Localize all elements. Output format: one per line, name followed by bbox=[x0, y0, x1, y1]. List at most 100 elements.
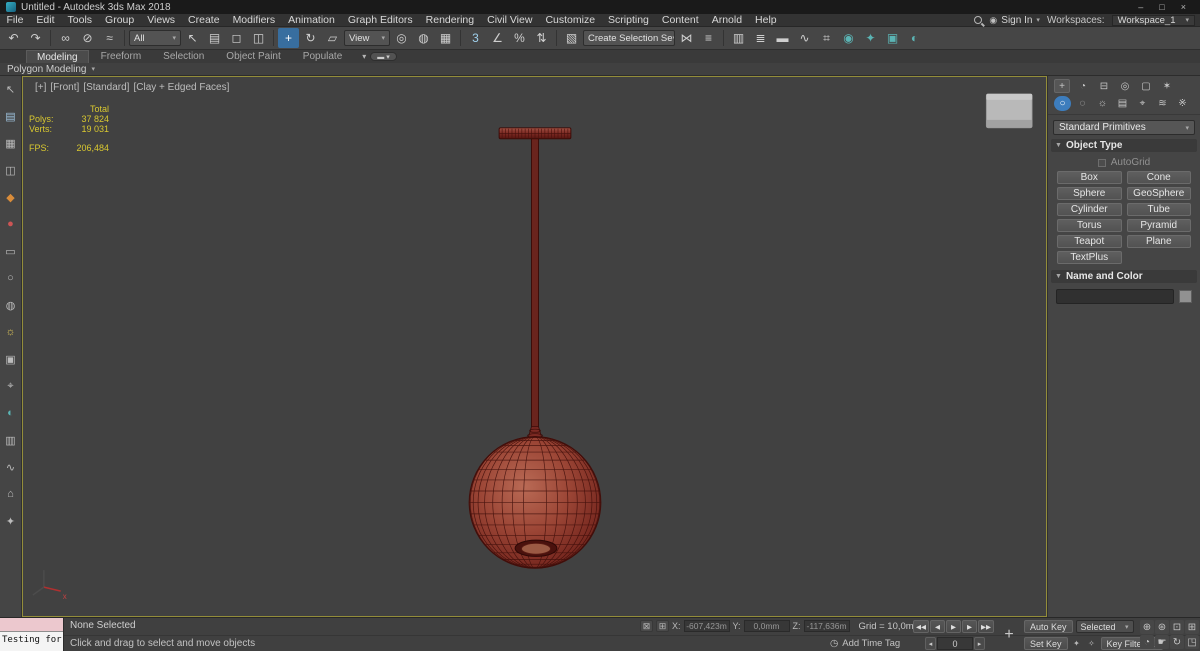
left-views-icon[interactable]: ◫ bbox=[2, 162, 19, 178]
create-tab[interactable]: + bbox=[1054, 79, 1070, 93]
left-curve-icon[interactable]: ∿ bbox=[2, 459, 19, 475]
display-tab[interactable]: ▢ bbox=[1138, 79, 1154, 93]
ribbon-tab-modeling[interactable]: Modeling bbox=[26, 50, 89, 63]
select-and-scale-icon[interactable]: ▱ bbox=[322, 28, 343, 48]
systems-category[interactable]: ※ bbox=[1174, 96, 1191, 111]
x-coordinate-field[interactable]: -607,423m bbox=[683, 620, 730, 632]
menu-modifiers[interactable]: Modifiers bbox=[226, 14, 282, 26]
left-star-icon[interactable]: ✦ bbox=[2, 513, 19, 529]
frame-back-spinner[interactable]: ◂ bbox=[925, 637, 936, 650]
listener-field[interactable]: Testing for i bbox=[0, 632, 63, 651]
utilities-tab[interactable]: ✶ bbox=[1159, 79, 1175, 93]
schematic-view-icon[interactable]: ⌗ bbox=[816, 28, 837, 48]
zoom-extents-icon[interactable]: ⊡ bbox=[1170, 620, 1184, 634]
selection-filter-dropdown[interactable]: All ▾ bbox=[129, 30, 181, 46]
ribbon-tab-freeform[interactable]: Freeform bbox=[91, 50, 152, 63]
lights-category[interactable]: ☼ bbox=[1094, 96, 1111, 111]
named-selection-sets-combo[interactable]: Create Selection Se▾ bbox=[583, 30, 675, 46]
frame-forward-spinner[interactable]: ▸ bbox=[974, 637, 985, 650]
textplus-button[interactable]: TextPlus bbox=[1057, 251, 1122, 264]
selection-region-icon[interactable]: ◻ bbox=[226, 28, 247, 48]
maximize-viewport-icon[interactable]: ◳ bbox=[1185, 635, 1199, 649]
window-crossing-icon[interactable]: ◫ bbox=[248, 28, 269, 48]
motion-tab[interactable]: ◎ bbox=[1117, 79, 1133, 93]
selection-lock-icon[interactable]: ⊠ bbox=[640, 620, 653, 632]
close-button[interactable]: × bbox=[1181, 2, 1186, 12]
menu-civil-view[interactable]: Civil View bbox=[481, 14, 539, 26]
left-material-icon[interactable]: ◆ bbox=[2, 189, 19, 205]
workspace-dropdown[interactable]: Workspace_1 ▾ bbox=[1111, 14, 1195, 26]
go-to-start-button[interactable]: ◀◀ bbox=[913, 620, 929, 633]
object-color-swatch[interactable] bbox=[1179, 290, 1192, 303]
menu-arnold[interactable]: Arnold bbox=[705, 14, 748, 26]
object-type-rollout-header[interactable]: ▼ Object Type bbox=[1051, 139, 1197, 152]
sphere-button[interactable]: Sphere bbox=[1057, 187, 1122, 200]
left-home-icon[interactable]: ⌂ bbox=[2, 486, 19, 502]
absolute-mode-icon[interactable]: ⊞ bbox=[656, 620, 669, 632]
render-production-icon[interactable]: ◐ bbox=[904, 28, 925, 48]
menu-animation[interactable]: Animation bbox=[282, 14, 342, 26]
ribbon-toggle-icon[interactable]: ▬ bbox=[772, 28, 793, 48]
select-by-name-icon[interactable]: ▤ bbox=[204, 28, 225, 48]
key-selection-dropdown[interactable]: Selected ▾ bbox=[1075, 620, 1134, 633]
shapes-category[interactable]: ◌ bbox=[1074, 96, 1091, 111]
select-link-icon[interactable]: ∞ bbox=[55, 28, 76, 48]
cameras-category[interactable]: ▤ bbox=[1114, 96, 1131, 111]
ribbon-minimize-toggle[interactable]: ▬ ▾ bbox=[370, 52, 397, 61]
material-editor-icon[interactable]: ◉ bbox=[838, 28, 859, 48]
primitive-class-dropdown[interactable]: Standard Primitives ▾ bbox=[1053, 120, 1195, 135]
menu-edit[interactable]: Edit bbox=[30, 14, 61, 26]
redo-icon[interactable]: ↷ bbox=[25, 28, 46, 48]
select-and-manipulate-icon[interactable]: ◍ bbox=[413, 28, 434, 48]
edit-named-selections-icon[interactable]: ▧ bbox=[561, 28, 582, 48]
geosphere-button[interactable]: GeoSphere bbox=[1126, 187, 1191, 200]
ribbon-caret-icon[interactable]: ▾ bbox=[362, 52, 366, 61]
bind-to-space-warp-icon[interactable]: ≈ bbox=[99, 28, 120, 48]
polygon-modeling-panel-label[interactable]: Polygon Modeling bbox=[7, 64, 87, 75]
ribbon-tab-object-paint[interactable]: Object Paint bbox=[216, 50, 290, 63]
left-sphere-icon[interactable]: ○ bbox=[2, 270, 19, 286]
left-display-icon[interactable]: ▦ bbox=[2, 135, 19, 151]
undo-icon[interactable]: ↶ bbox=[3, 28, 24, 48]
fov-icon[interactable]: ◔ bbox=[1140, 635, 1154, 649]
left-render-icon[interactable]: ◐ bbox=[2, 405, 19, 421]
rendered-frame-icon[interactable]: ▣ bbox=[882, 28, 903, 48]
teapot-button[interactable]: Teapot bbox=[1057, 235, 1122, 248]
geometry-category[interactable]: ○ bbox=[1054, 96, 1071, 111]
menu-views[interactable]: Views bbox=[141, 14, 182, 26]
pan-icon[interactable]: ☛ bbox=[1155, 635, 1169, 649]
menu-create[interactable]: Create bbox=[182, 14, 227, 26]
layer-explorer-icon[interactable]: ≣ bbox=[750, 28, 771, 48]
left-cylinder-icon[interactable]: ◍ bbox=[2, 297, 19, 313]
y-coordinate-field[interactable]: 0,0mm bbox=[743, 620, 790, 632]
object-name-input[interactable] bbox=[1056, 289, 1174, 304]
select-and-move-icon[interactable]: + bbox=[278, 28, 299, 48]
helpers-category[interactable]: ⌖ bbox=[1134, 96, 1151, 111]
viewport-pov-menu[interactable]: [Front] bbox=[50, 82, 79, 93]
menu-rendering[interactable]: Rendering bbox=[419, 14, 480, 26]
cone-button[interactable]: Cone bbox=[1126, 171, 1191, 184]
view-cube[interactable] bbox=[985, 93, 1033, 129]
keyboard-override-icon[interactable]: ▦ bbox=[435, 28, 456, 48]
scene-explorer-icon[interactable]: ▥ bbox=[728, 28, 749, 48]
pendant-lamp-object[interactable] bbox=[468, 127, 602, 569]
minimize-button[interactable]: – bbox=[1138, 2, 1143, 12]
viewport-canvas[interactable]: x bbox=[23, 77, 1046, 616]
menu-group[interactable]: Group bbox=[99, 14, 141, 26]
orbit-icon[interactable]: ↻ bbox=[1170, 635, 1184, 649]
tube-button[interactable]: Tube bbox=[1126, 203, 1191, 216]
auto-key-button[interactable]: Auto Key bbox=[1024, 620, 1073, 633]
viewport-shading-menu[interactable]: [Clay + Edged Faces] bbox=[133, 82, 229, 93]
add-time-tag[interactable]: ◷ Add Time Tag bbox=[830, 638, 900, 649]
left-color-icon[interactable]: ● bbox=[2, 216, 19, 232]
curve-editor-icon[interactable]: ∿ bbox=[794, 28, 815, 48]
left-explorer-icon[interactable]: ▥ bbox=[2, 432, 19, 448]
maximize-button[interactable]: □ bbox=[1159, 2, 1164, 12]
viewport-standard-menu[interactable]: [Standard] bbox=[83, 82, 129, 93]
z-coordinate-field[interactable]: -117,636m bbox=[803, 620, 850, 632]
sign-in-button[interactable]: ◉ Sign In ▾ bbox=[989, 15, 1040, 26]
select-object-icon[interactable]: ↖ bbox=[182, 28, 203, 48]
macro-recorder-field[interactable] bbox=[0, 618, 63, 632]
menu-graph-editors[interactable]: Graph Editors bbox=[341, 14, 419, 26]
plane-button[interactable]: Plane bbox=[1126, 235, 1191, 248]
